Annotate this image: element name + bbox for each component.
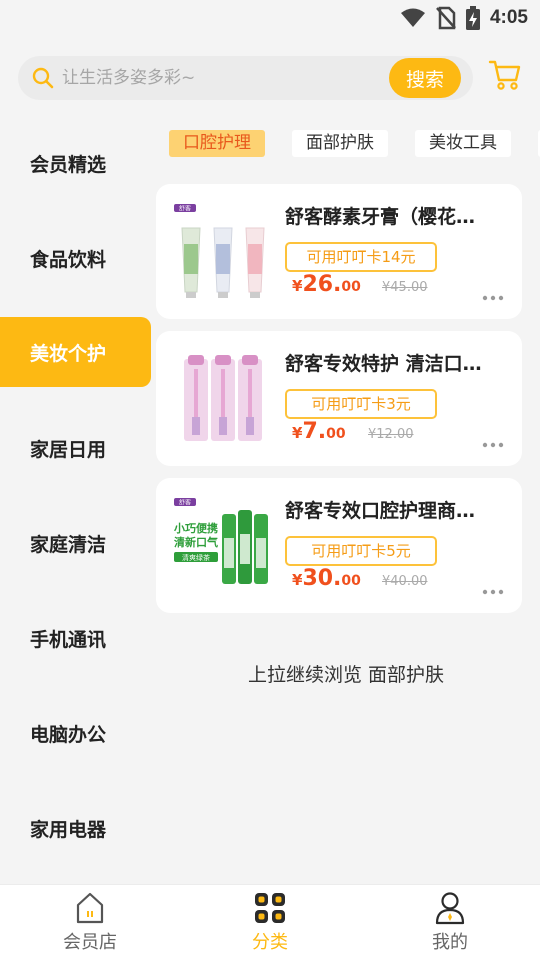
original-price: ¥12.00: [368, 427, 414, 442]
price-currency: ¥: [292, 424, 303, 442]
nav-label: 我的: [432, 932, 468, 953]
sidebar-item-beauty-care[interactable]: 美妆个护: [0, 317, 151, 387]
nav-mine[interactable]: 我的: [360, 885, 540, 960]
more-options-icon[interactable]: [482, 580, 504, 599]
subcategory-tabs: 口腔护理 面部护肤 美妆工具: [152, 130, 540, 158]
sidebar-item-home-daily[interactable]: 家居日用: [0, 413, 151, 483]
coupon-badge: 可用叮叮卡5元: [285, 536, 437, 566]
tab-oral-care[interactable]: 口腔护理: [169, 130, 265, 157]
svg-text:舒客: 舒客: [179, 499, 191, 507]
search-icon: [32, 67, 54, 93]
user-icon: [434, 891, 466, 927]
sidebar-item-appliances[interactable]: 家用电器: [0, 793, 151, 863]
nav-category[interactable]: 分类: [180, 885, 360, 960]
product-card[interactable]: 舒客 舒客酵素牙膏（樱花… 可用叮叮卡14元 ¥26.00 ¥45.00: [156, 184, 522, 319]
wifi-icon: [400, 8, 426, 28]
nav-member-store[interactable]: 会员店: [0, 885, 180, 960]
product-image: 舒客: [172, 200, 272, 300]
product-card[interactable]: 舒客专效特护 清洁口… 可用叮叮卡3元 ¥7.00 ¥12.00: [156, 331, 522, 466]
search-button[interactable]: 搜索: [389, 58, 461, 98]
svg-text:舒客: 舒客: [179, 205, 191, 213]
more-options-icon[interactable]: [482, 433, 504, 452]
price-integer: 30.: [302, 566, 342, 591]
product-card[interactable]: 舒客 小巧便携 清新口气 清爽绿茶 舒客专效口腔护理商… 可用叮叮卡5元 ¥30…: [156, 478, 522, 613]
product-name: 舒客专效口腔护理商…: [285, 500, 476, 522]
price-decimal: 00: [326, 426, 346, 442]
price-currency: ¥: [292, 277, 303, 295]
product-image: 舒客 小巧便携 清新口气 清爽绿茶: [172, 494, 272, 594]
battery-charging-icon: [465, 6, 480, 30]
bottom-nav: 会员店 分类 我的: [0, 884, 540, 960]
sidebar-item-computers-office[interactable]: 电脑办公: [0, 698, 151, 768]
home-icon: [75, 891, 105, 927]
search-box[interactable]: 搜索: [18, 56, 473, 100]
coupon-badge: 可用叮叮卡3元: [285, 389, 437, 419]
svg-text:清新口气: 清新口气: [174, 535, 218, 549]
sidebar-item-food-drinks[interactable]: 食品饮料: [0, 223, 151, 293]
status-bar: 4:05: [0, 0, 540, 36]
coupon-badge: 可用叮叮卡14元: [285, 242, 437, 272]
search-input[interactable]: [62, 56, 382, 100]
price-decimal: 00: [341, 573, 361, 589]
category-sidebar: 会员精选 食品饮料 美妆个护 家居日用 家庭清洁 手机通讯 电脑办公 家用电器: [0, 116, 152, 882]
nav-label: 分类: [252, 932, 288, 953]
product-name: 舒客酵素牙膏（樱花…: [285, 206, 476, 228]
load-more-hint: 上拉继续浏览 面部护肤: [247, 664, 445, 686]
product-price: ¥7.00: [292, 419, 346, 444]
sidebar-item-home-cleaning[interactable]: 家庭清洁: [0, 508, 151, 578]
category-grid-icon: [253, 891, 287, 927]
product-image: [172, 347, 272, 447]
product-price: ¥26.00: [292, 272, 361, 297]
original-price: ¥40.00: [382, 574, 428, 589]
price-currency: ¥: [292, 571, 303, 589]
sidebar-item-phones[interactable]: 手机通讯: [0, 603, 151, 673]
product-price: ¥30.00: [292, 566, 361, 591]
tab-facial-care[interactable]: 面部护肤: [292, 130, 388, 157]
price-integer: 7.: [302, 419, 327, 444]
no-sim-icon: [436, 6, 456, 30]
product-name: 舒客专效特护 清洁口…: [285, 353, 482, 375]
svg-text:小巧便携: 小巧便携: [173, 521, 218, 535]
original-price: ¥45.00: [382, 280, 428, 295]
tab-makeup-tools[interactable]: 美妆工具: [415, 130, 511, 157]
price-decimal: 00: [341, 279, 361, 295]
header: 搜索: [0, 36, 540, 122]
svg-text:清爽绿茶: 清爽绿茶: [182, 553, 210, 562]
sidebar-item-member-picks[interactable]: 会员精选: [0, 128, 151, 198]
status-time: 4:05: [489, 7, 528, 28]
cart-icon[interactable]: [488, 58, 522, 96]
nav-label: 会员店: [63, 932, 117, 953]
more-options-icon[interactable]: [482, 286, 504, 305]
price-integer: 26.: [302, 272, 342, 297]
